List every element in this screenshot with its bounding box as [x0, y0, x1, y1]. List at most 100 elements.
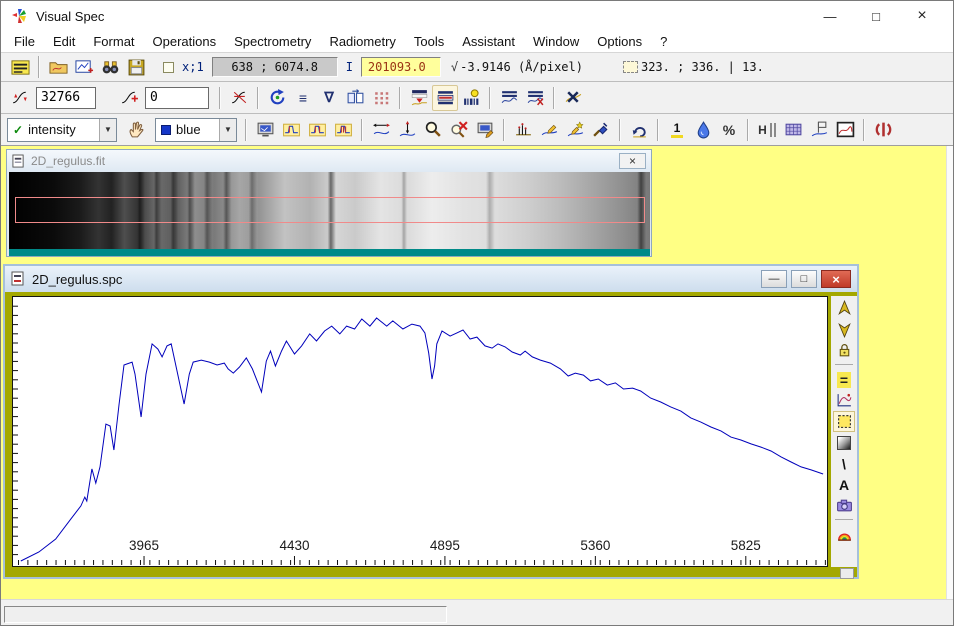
- delete-graph-button[interactable]: [560, 85, 586, 111]
- profile-select-button-2[interactable]: [304, 117, 330, 143]
- menu-spectrometry[interactable]: Spectrometry: [225, 31, 320, 52]
- chevron-down-icon[interactable]: ▼: [219, 119, 236, 141]
- color-swatch: [161, 125, 171, 135]
- binning-button[interactable]: [458, 85, 484, 111]
- colorize-button[interactable]: [833, 524, 855, 545]
- gain-curve-icon: [11, 88, 30, 107]
- minimize-button[interactable]: —: [807, 1, 853, 31]
- element-lines-button[interactable]: H: [754, 117, 780, 143]
- rotate-button[interactable]: [264, 85, 290, 111]
- search-button[interactable]: [97, 54, 123, 80]
- strip-display-button[interactable]: [432, 85, 458, 111]
- profile-icon-2: [308, 120, 327, 139]
- spc-restore-button[interactable]: □: [791, 270, 817, 288]
- text-tool-button[interactable]: A: [833, 474, 855, 495]
- menu-options[interactable]: Options: [588, 31, 651, 52]
- profile-select-button-1[interactable]: [278, 117, 304, 143]
- line-icon: \: [842, 456, 846, 472]
- title-bar[interactable]: Visual Spec — □ ×: [1, 1, 953, 31]
- binning-selection-rect[interactable]: [15, 197, 645, 223]
- frame-curve-button[interactable]: [832, 117, 858, 143]
- maximize-icon: □: [872, 9, 880, 24]
- new-graph-button[interactable]: [71, 54, 97, 80]
- display-button[interactable]: [252, 117, 278, 143]
- mode-combobox[interactable]: ✓ intensity ▼: [7, 118, 117, 142]
- separator: [489, 87, 491, 109]
- edit-display-button[interactable]: [472, 117, 498, 143]
- overlay-profile-icon: [500, 88, 519, 107]
- annotate-button[interactable]: [562, 117, 588, 143]
- label-curve-button[interactable]: [806, 117, 832, 143]
- water-drop-button[interactable]: [690, 117, 716, 143]
- arrow-up-button[interactable]: [833, 298, 855, 319]
- hand-icon: [127, 120, 146, 139]
- series-display-button[interactable]: [7, 54, 33, 80]
- menu-format[interactable]: Format: [84, 31, 143, 52]
- percent-button[interactable]: %: [716, 117, 742, 143]
- profile-icon-1: [282, 120, 301, 139]
- overlay-remove-button[interactable]: [522, 85, 548, 111]
- spectrum-plot[interactable]: 39654430489553605825: [12, 296, 828, 567]
- fit-close-button[interactable]: ×: [619, 153, 646, 169]
- pixel-lambda-checkbox[interactable]: [163, 62, 174, 73]
- profile-select-button-3[interactable]: [330, 117, 356, 143]
- menu-window[interactable]: Window: [524, 31, 588, 52]
- app-title: Visual Spec: [36, 9, 104, 24]
- gain-button[interactable]: [7, 85, 33, 111]
- fit-window-titlebar[interactable]: 2D_regulus.fit ×: [7, 150, 651, 172]
- gradient-mode-button[interactable]: [833, 432, 855, 453]
- lock-button[interactable]: [833, 340, 855, 361]
- line-tool-button[interactable]: \: [833, 453, 855, 474]
- fit-spectrum-image[interactable]: [9, 172, 650, 249]
- pan-arrows-icon: [372, 120, 391, 139]
- menu-help[interactable]: ?: [651, 31, 676, 52]
- erase-button[interactable]: [588, 117, 614, 143]
- unzoom-button[interactable]: [446, 117, 472, 143]
- overlay-profile-button[interactable]: [496, 85, 522, 111]
- hand-tool-button[interactable]: [123, 117, 149, 143]
- color-combobox[interactable]: blue ▼: [155, 118, 237, 142]
- separator: [245, 119, 247, 141]
- equal-scale-button[interactable]: =: [833, 369, 855, 390]
- open-profile-button[interactable]: [45, 54, 71, 80]
- zoom-button[interactable]: [420, 117, 446, 143]
- normalize-button[interactable]: [226, 85, 252, 111]
- gain-input[interactable]: [36, 87, 96, 109]
- tilt-button[interactable]: ∇: [316, 85, 342, 111]
- chevron-down-icon[interactable]: ▼: [99, 119, 116, 141]
- offset-input[interactable]: [145, 87, 209, 109]
- copy-grid-button[interactable]: [342, 85, 368, 111]
- normalize-one-button[interactable]: 1: [664, 117, 690, 143]
- menu-radiometry[interactable]: Radiometry: [320, 31, 404, 52]
- menu-assistant[interactable]: Assistant: [453, 31, 524, 52]
- pan-button[interactable]: [368, 117, 394, 143]
- draw-button[interactable]: [536, 117, 562, 143]
- periodic-table-button[interactable]: [780, 117, 806, 143]
- arrow-down-button[interactable]: [833, 319, 855, 340]
- menu-tools[interactable]: Tools: [405, 31, 453, 52]
- snapshot-button[interactable]: [833, 495, 855, 516]
- menu-operations[interactable]: Operations: [144, 31, 226, 52]
- shift-button[interactable]: [394, 117, 420, 143]
- menu-edit[interactable]: Edit: [44, 31, 84, 52]
- picket-lines-button[interactable]: [510, 117, 536, 143]
- strip-extract-button[interactable]: [406, 85, 432, 111]
- svg-text:5825: 5825: [731, 538, 761, 553]
- spc-resize-grip[interactable]: [840, 568, 854, 579]
- undo-button[interactable]: [626, 117, 652, 143]
- dot-grid-button[interactable]: [368, 85, 394, 111]
- zoom-icon: [424, 120, 443, 139]
- offset-button[interactable]: [116, 85, 142, 111]
- close-button[interactable]: ×: [899, 1, 945, 31]
- separator: [38, 56, 40, 78]
- spc-close-button[interactable]: ×: [821, 270, 851, 288]
- spc-window-titlebar[interactable]: 2D_regulus.spc — □ ×: [5, 266, 857, 292]
- save-button[interactable]: [123, 54, 149, 80]
- menu-file[interactable]: File: [5, 31, 44, 52]
- maximize-button[interactable]: □: [853, 1, 899, 31]
- selection-mode-button[interactable]: [833, 411, 855, 432]
- flatten-button[interactable]: ≡: [290, 85, 316, 111]
- graph-settings-button[interactable]: [833, 390, 855, 411]
- spc-minimize-button[interactable]: —: [761, 270, 787, 288]
- play-sound-button[interactable]: [870, 117, 896, 143]
